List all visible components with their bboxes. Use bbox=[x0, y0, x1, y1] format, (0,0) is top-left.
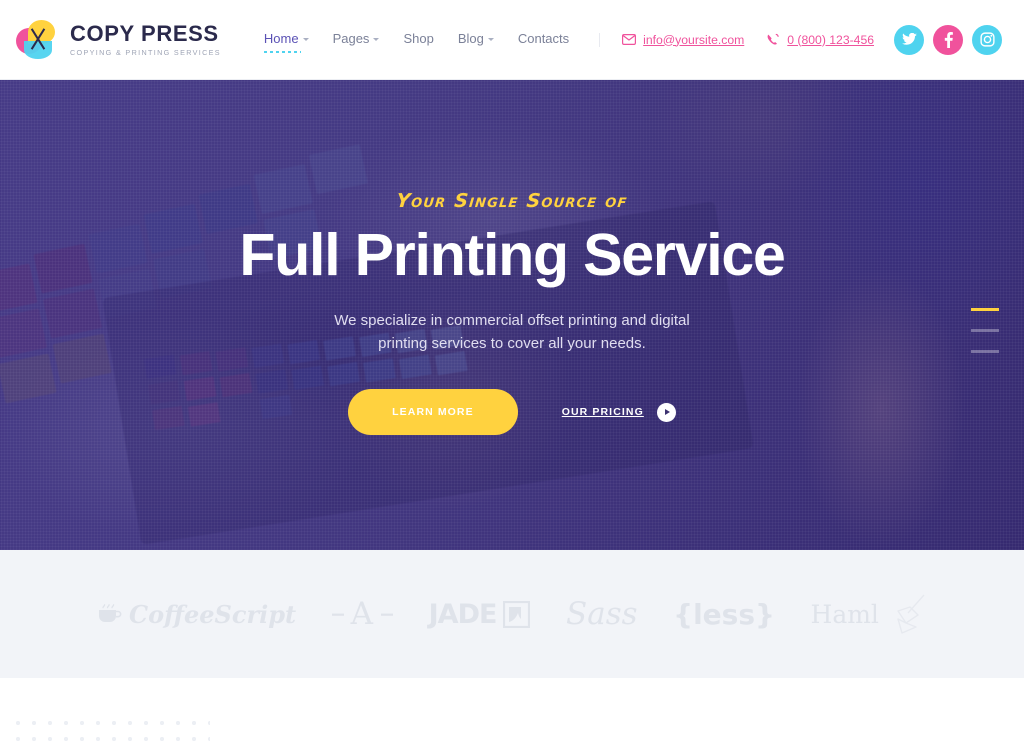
copy-press-logo-icon bbox=[13, 19, 60, 61]
nav-item-shop-label: Shop bbox=[403, 31, 434, 46]
hero-kicker: Your Single Source of bbox=[395, 190, 629, 212]
partner-logo-autoprefixer[interactable]: A bbox=[331, 596, 394, 632]
hero-subtitle-line2: printing services to cover all your need… bbox=[378, 334, 646, 352]
partner-label-less: {less} bbox=[673, 597, 775, 631]
slider-dot-3[interactable] bbox=[971, 350, 999, 353]
instagram-icon bbox=[979, 32, 995, 47]
main-navigation: Home Pages Shop Blog Contacts bbox=[263, 31, 569, 53]
autoprefixer-dash-left-icon bbox=[331, 613, 344, 616]
nav-item-blog-label: Blog bbox=[457, 31, 484, 46]
hero-content: Your Single Source of Full Printing Serv… bbox=[0, 80, 1024, 436]
social-instagram-button[interactable] bbox=[972, 24, 1002, 55]
partner-label-autoprefixer: A bbox=[350, 596, 375, 632]
logo-x-mark-icon bbox=[28, 27, 48, 50]
partner-logo-haml[interactable]: Haml bbox=[811, 593, 928, 635]
phone-ring-icon bbox=[767, 33, 779, 45]
email-text: info@yoursite.com bbox=[643, 32, 745, 47]
our-pricing-label: OUR PRICING bbox=[561, 406, 644, 419]
dot-grid-decoration bbox=[10, 715, 210, 745]
chevron-down-icon bbox=[373, 38, 380, 41]
nav-item-shop[interactable]: Shop bbox=[403, 31, 433, 48]
hero-subtitle-line1: We specialize in commercial offset print… bbox=[334, 311, 690, 329]
haml-tool-icon bbox=[897, 594, 925, 634]
contact-info: info@yoursite.com 0 (800) 123-456 bbox=[599, 32, 874, 47]
play-arrow-icon bbox=[656, 402, 676, 422]
nav-item-pages[interactable]: Pages bbox=[333, 31, 380, 48]
phone-text: 0 (800) 123-456 bbox=[787, 32, 874, 47]
nav-item-home-label: Home bbox=[263, 31, 299, 46]
partner-logo-jade[interactable]: JADE bbox=[429, 599, 531, 630]
hero-slider: Your Single Source of Full Printing Serv… bbox=[0, 80, 1024, 550]
partner-logo-less[interactable]: {less} bbox=[673, 598, 775, 631]
active-nav-underline bbox=[263, 51, 301, 53]
nav-item-contacts-label: Contacts bbox=[517, 31, 570, 46]
jade-badge-icon bbox=[503, 600, 531, 628]
page-bottom-section bbox=[0, 678, 1024, 745]
site-header: COPY PRESS COPYING & PRINTING SERVICES H… bbox=[0, 0, 1024, 80]
nav-item-blog[interactable]: Blog bbox=[458, 31, 494, 48]
partner-logo-sass[interactable]: Sass bbox=[566, 596, 638, 632]
partner-logos-strip: CoffeeScript A JADE Sass {less} Haml bbox=[0, 550, 1024, 678]
slider-pagination bbox=[971, 308, 999, 353]
brand-logo[interactable]: COPY PRESS COPYING & PRINTING SERVICES bbox=[13, 19, 221, 61]
envelope-icon bbox=[622, 34, 637, 45]
slider-dot-2[interactable] bbox=[971, 329, 999, 332]
partner-label-jade: JADE bbox=[428, 598, 498, 630]
our-pricing-button[interactable]: OUR PRICING bbox=[561, 402, 676, 422]
coffee-cup-icon bbox=[99, 604, 122, 622]
nav-item-home[interactable]: Home bbox=[263, 31, 309, 53]
nav-item-pages-label: Pages bbox=[332, 31, 370, 46]
twitter-icon bbox=[901, 33, 917, 45]
chevron-down-icon bbox=[302, 38, 309, 41]
learn-more-button[interactable]: LEARN MORE bbox=[348, 389, 518, 436]
nav-item-contacts[interactable]: Contacts bbox=[518, 31, 569, 48]
hero-title: Full Printing Service bbox=[239, 222, 785, 288]
chevron-down-icon bbox=[487, 38, 494, 41]
brand-name: COPY PRESS bbox=[70, 20, 219, 46]
facebook-icon bbox=[944, 31, 953, 48]
slider-dot-1[interactable] bbox=[971, 308, 999, 311]
phone-link[interactable]: 0 (800) 123-456 bbox=[766, 33, 874, 47]
social-facebook-button[interactable] bbox=[933, 24, 963, 55]
brand-tagline: COPYING & PRINTING SERVICES bbox=[70, 48, 221, 58]
social-twitter-button[interactable] bbox=[894, 24, 924, 55]
email-link[interactable]: info@yoursite.com bbox=[622, 33, 744, 47]
hero-actions: LEARN MORE OUR PRICING bbox=[0, 389, 1024, 436]
partner-logo-coffeescript[interactable]: CoffeeScript bbox=[96, 600, 296, 629]
partner-label-coffeescript: CoffeeScript bbox=[129, 599, 297, 629]
social-links bbox=[894, 24, 1002, 55]
autoprefixer-dash-right-icon bbox=[381, 613, 394, 616]
partner-label-haml: Haml bbox=[810, 599, 879, 629]
partner-label-sass: Sass bbox=[566, 596, 638, 632]
